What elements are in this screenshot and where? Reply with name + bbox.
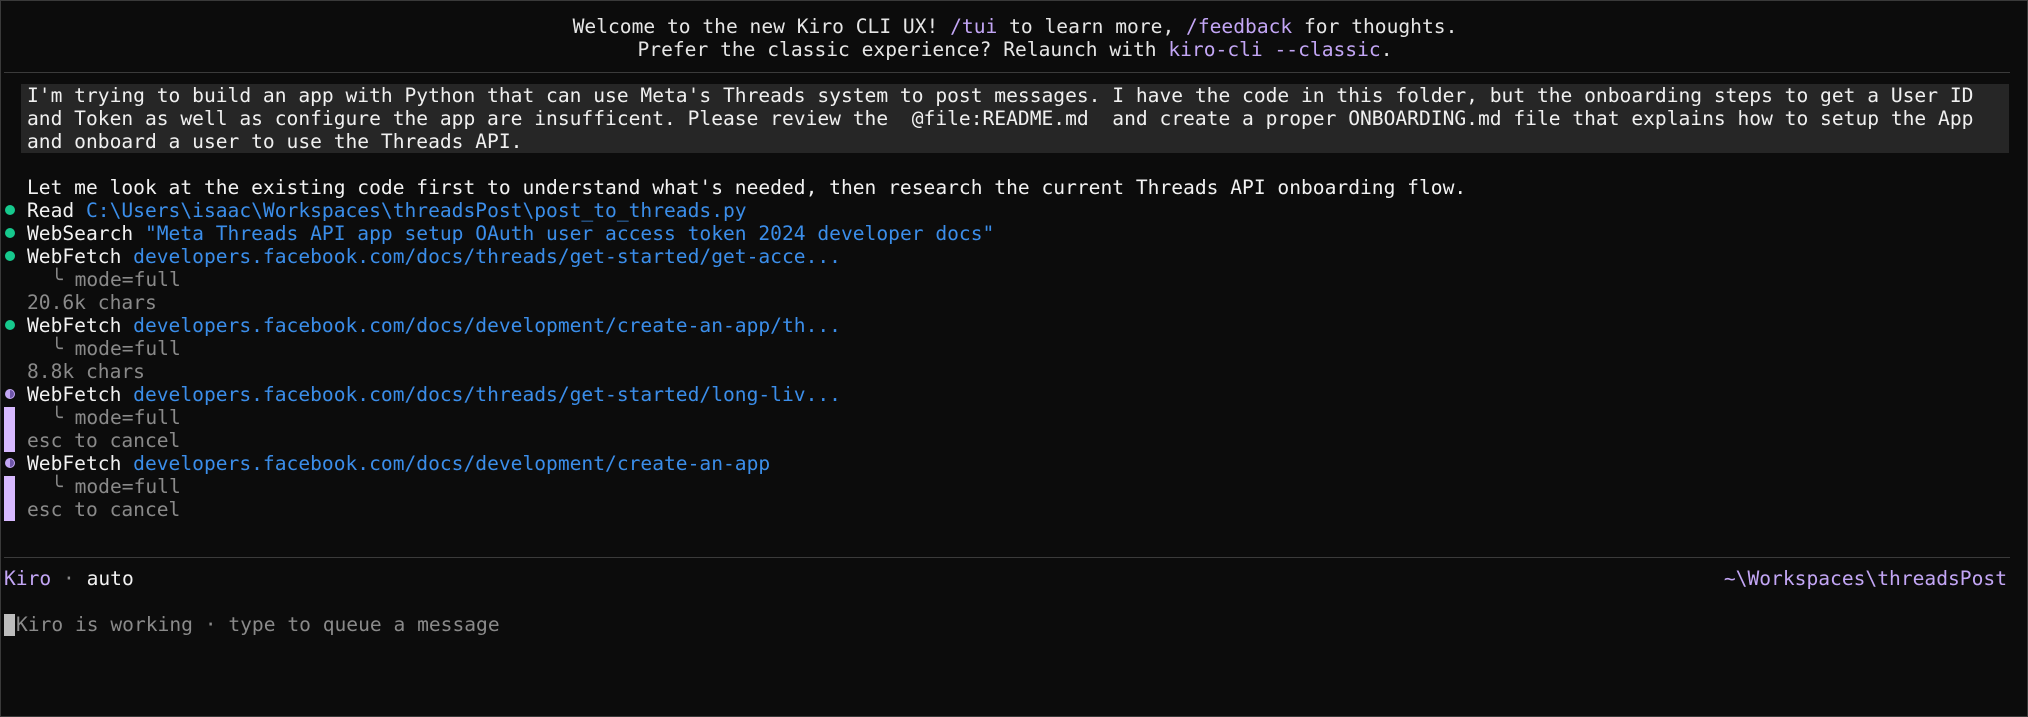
divider [4, 72, 2010, 73]
tool-call-webfetch: WebFetch developers.facebook.com/docs/de… [27, 452, 770, 475]
running-indicator-bar [4, 476, 15, 521]
assistant-message: Let me look at the existing code first t… [27, 176, 1467, 199]
banner-text: Prefer the classic experience? Relaunch … [637, 38, 1169, 61]
separator: · [51, 567, 87, 590]
tool-call-read: Read C:\Users\isaac\Workspaces\threadsPo… [27, 199, 747, 222]
tool-name: WebFetch [27, 314, 122, 337]
tool-detail: ╰ mode=full [51, 268, 181, 291]
user-prompt-line: and onboard a user to use the Threads AP… [27, 130, 523, 153]
banner-text: for thoughts. [1292, 15, 1458, 38]
current-directory: ~\Workspaces\threadsPost [1723, 567, 2007, 590]
tool-arg-link[interactable]: developers.facebook.com/docs/threads/get… [133, 245, 841, 268]
tool-name: WebFetch [27, 383, 122, 406]
tool-call-websearch: WebSearch "Meta Threads API app setup OA… [27, 222, 994, 245]
message-input[interactable]: Kiro is working · type to queue a messag… [16, 613, 500, 636]
tool-arg-link[interactable]: developers.facebook.com/docs/threads/get… [133, 383, 841, 406]
tool-name: WebFetch [27, 245, 122, 268]
tool-arg-link[interactable]: developers.facebook.com/docs/development… [133, 314, 841, 337]
tool-name: WebFetch [27, 452, 122, 475]
tui-command-link[interactable]: /tui [950, 15, 997, 38]
text-cursor [4, 614, 15, 636]
feedback-command-link[interactable]: /feedback [1186, 15, 1292, 38]
tool-detail: ╰ mode=full [51, 337, 181, 360]
tool-detail: ╰ mode=full [51, 475, 181, 498]
tool-name: Read [27, 199, 75, 222]
divider [4, 557, 2010, 558]
running-indicator-bar [4, 407, 15, 452]
tool-result: 8.8k chars [27, 360, 145, 383]
banner-text: Welcome to the new Kiro CLI UX! [572, 15, 951, 38]
banner-text: . [1380, 38, 1393, 61]
done-status-icon [5, 320, 15, 330]
tool-result: 20.6k chars [27, 291, 157, 314]
tool-call-webfetch: WebFetch developers.facebook.com/docs/de… [27, 314, 841, 337]
tool-name: WebSearch [27, 222, 134, 245]
tool-call-webfetch: WebFetch developers.facebook.com/docs/th… [27, 383, 841, 406]
status-bar-left: Kiro · auto [4, 567, 134, 590]
done-status-icon [5, 251, 15, 261]
tool-arg-query[interactable]: "Meta Threads API app setup OAuth user a… [145, 222, 994, 245]
user-prompt-block: I'm trying to build an app with Python t… [21, 84, 2009, 153]
spinner-icon [5, 458, 15, 468]
user-prompt-line: I'm trying to build an app with Python t… [27, 84, 1974, 107]
agent-name: Kiro [4, 567, 52, 590]
esc-cancel-hint: esc to cancel [27, 498, 181, 521]
user-prompt-line: and Token as well as configure the app a… [27, 107, 1974, 130]
tool-arg-link[interactable]: developers.facebook.com/docs/development… [133, 452, 770, 475]
classic-command[interactable]: kiro-cli --classic [1168, 38, 1380, 61]
tool-call-webfetch: WebFetch developers.facebook.com/docs/th… [27, 245, 841, 268]
classic-banner: Prefer the classic experience? Relaunch … [1, 38, 2028, 61]
model-selector[interactable]: auto [87, 567, 134, 590]
tool-arg-link[interactable]: C:\Users\isaac\Workspaces\threadsPost\po… [86, 199, 747, 222]
terminal-window: Welcome to the new Kiro CLI UX! /tui to … [0, 0, 2028, 717]
done-status-icon [5, 228, 15, 238]
banner-text: to learn more, [997, 15, 1187, 38]
esc-cancel-hint: esc to cancel [27, 429, 181, 452]
welcome-banner: Welcome to the new Kiro CLI UX! /tui to … [1, 15, 2028, 38]
done-status-icon [5, 205, 15, 215]
tool-detail: ╰ mode=full [51, 406, 181, 429]
spinner-icon [5, 389, 15, 399]
